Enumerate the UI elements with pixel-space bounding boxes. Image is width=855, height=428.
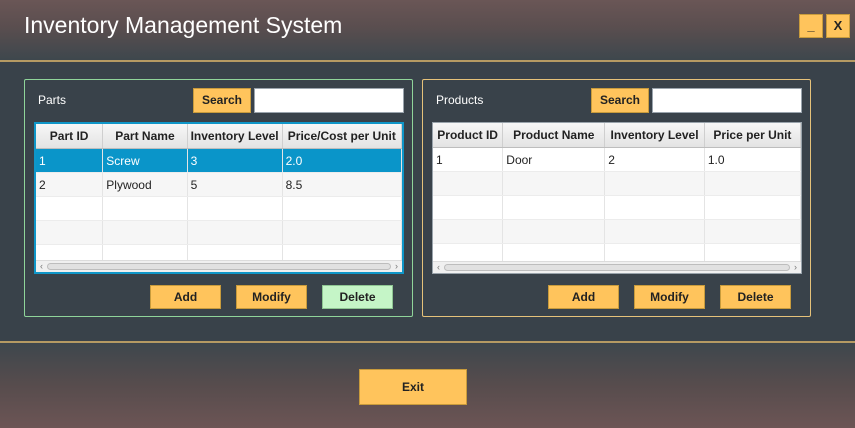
- parts-horizontal-scrollbar[interactable]: ‹ ›: [36, 260, 402, 272]
- products-label: Products: [436, 93, 484, 107]
- cell-part-name: Plywood: [102, 172, 188, 197]
- cell-price: 2.0: [282, 148, 402, 173]
- table-row[interactable]: [433, 171, 801, 196]
- cell-part-name: [102, 196, 188, 221]
- cell-part-id: 2: [36, 172, 104, 197]
- products-modify-button[interactable]: Modify: [634, 285, 705, 309]
- parts-search-input[interactable]: [254, 88, 404, 113]
- exit-button[interactable]: Exit: [359, 369, 467, 405]
- products-horizontal-scrollbar[interactable]: ‹ ›: [433, 261, 801, 273]
- scroll-thumb[interactable]: [47, 263, 391, 270]
- products-add-button[interactable]: Add: [548, 285, 619, 309]
- cell-product-id: [433, 195, 504, 220]
- cell-inventory-level: [187, 196, 283, 221]
- column-header-inventory-level[interactable]: Inventory Level: [604, 123, 705, 148]
- close-window-button[interactable]: X: [826, 14, 850, 38]
- cell-inventory-level: 3: [187, 148, 283, 173]
- cell-product-name: [502, 171, 606, 196]
- cell-inventory-level: [604, 219, 705, 244]
- cell-price: [282, 196, 402, 221]
- cell-product-name: Door: [502, 147, 606, 172]
- cell-product-id: [433, 171, 504, 196]
- cell-price: 8.5: [282, 172, 402, 197]
- cell-inventory-level: [187, 220, 283, 245]
- products-table[interactable]: Product ID Product Name Inventory Level …: [432, 122, 802, 274]
- parts-search-button[interactable]: Search: [193, 88, 251, 113]
- cell-part-id: [36, 220, 104, 245]
- cell-price: [282, 220, 402, 245]
- cell-product-name: [502, 219, 606, 244]
- table-row[interactable]: 2 Plywood 5 8.5: [36, 172, 402, 197]
- products-delete-button[interactable]: Delete: [720, 285, 791, 309]
- products-panel: Products Search Product ID Product Name …: [422, 79, 811, 317]
- table-row[interactable]: [433, 195, 801, 220]
- scroll-right-icon[interactable]: ›: [790, 262, 801, 273]
- cell-product-id: [433, 219, 504, 244]
- cell-product-name: [502, 195, 606, 220]
- title-bar: Inventory Management System _ X: [0, 0, 855, 62]
- cell-price: [704, 195, 801, 220]
- cell-part-name: [102, 220, 188, 245]
- products-search-button[interactable]: Search: [591, 88, 649, 113]
- cell-inventory-level: [604, 195, 705, 220]
- cell-inventory-level: [604, 171, 705, 196]
- parts-modify-button[interactable]: Modify: [236, 285, 307, 309]
- scroll-right-icon[interactable]: ›: [391, 261, 402, 272]
- parts-label: Parts: [38, 93, 67, 107]
- table-row[interactable]: [36, 220, 402, 245]
- cell-product-id: 1: [433, 147, 504, 172]
- column-header-part-id[interactable]: Part ID: [36, 124, 104, 149]
- column-header-product-id[interactable]: Product ID: [433, 123, 504, 148]
- table-row[interactable]: 1 Door 2 1.0: [433, 147, 801, 172]
- parts-panel: Parts Search Part ID Part Name Inventory…: [24, 79, 413, 317]
- table-row[interactable]: [36, 196, 402, 221]
- products-search-input[interactable]: [652, 88, 802, 113]
- cell-inventory-level: 2: [604, 147, 705, 172]
- cell-part-id: [36, 196, 104, 221]
- cell-price: 1.0: [704, 147, 801, 172]
- scroll-left-icon[interactable]: ‹: [433, 262, 444, 273]
- column-header-price-per-unit[interactable]: Price per Unit: [704, 123, 801, 148]
- table-row[interactable]: [433, 219, 801, 244]
- table-row[interactable]: 1 Screw 3 2.0: [36, 148, 402, 173]
- parts-add-button[interactable]: Add: [150, 285, 221, 309]
- cell-price: [704, 219, 801, 244]
- scroll-thumb[interactable]: [444, 264, 790, 271]
- column-header-inventory-level[interactable]: Inventory Level: [187, 124, 283, 149]
- column-header-price-cost[interactable]: Price/Cost per Unit: [282, 124, 402, 149]
- parts-table[interactable]: Part ID Part Name Inventory Level Price/…: [34, 122, 404, 274]
- cell-part-name: Screw: [102, 148, 188, 173]
- cell-price: [704, 171, 801, 196]
- column-header-part-name[interactable]: Part Name: [102, 124, 188, 149]
- cell-part-id: 1: [36, 148, 104, 173]
- minimize-button[interactable]: _: [799, 14, 823, 38]
- cell-inventory-level: 5: [187, 172, 283, 197]
- column-header-product-name[interactable]: Product Name: [502, 123, 606, 148]
- app-title: Inventory Management System: [24, 12, 343, 38]
- parts-delete-button[interactable]: Delete: [322, 285, 393, 309]
- scroll-left-icon[interactable]: ‹: [36, 261, 47, 272]
